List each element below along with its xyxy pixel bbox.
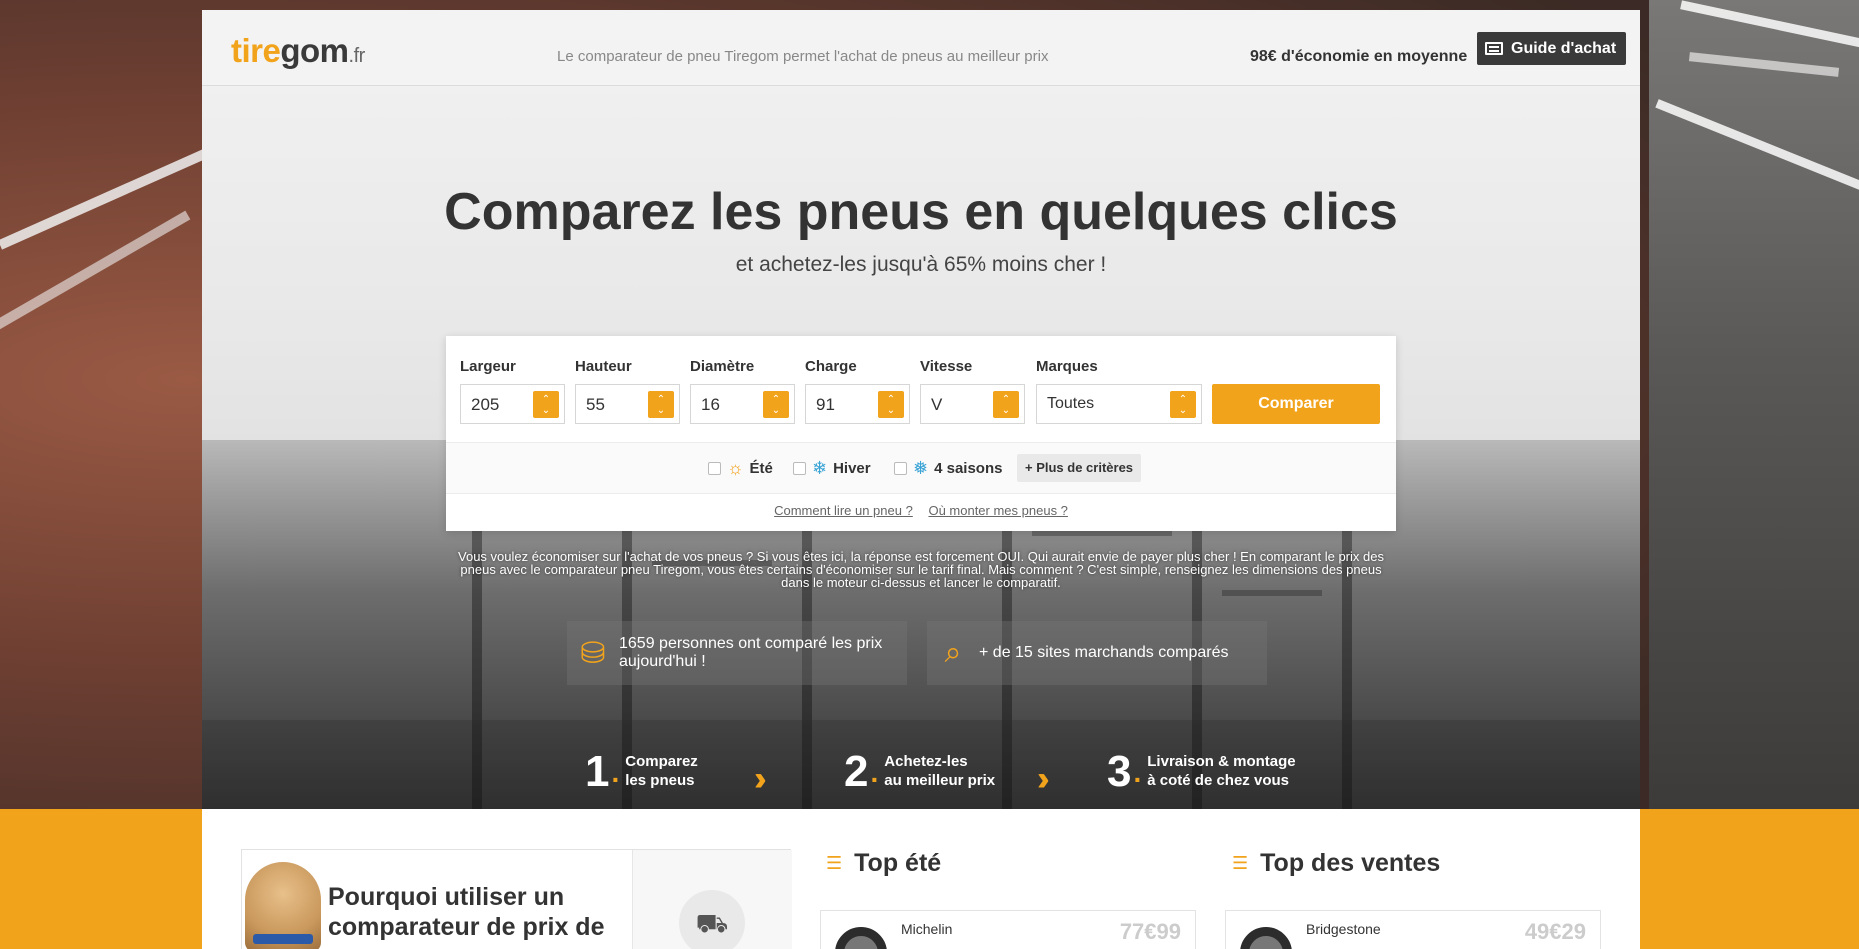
width-label: Largeur xyxy=(460,358,516,375)
background-track-right xyxy=(1649,0,1859,810)
height-select[interactable]: 55 ⌃ ⌄ xyxy=(575,384,680,424)
speed-label: Vitesse xyxy=(920,358,973,375)
select-arrows-icon: ⌃ ⌄ xyxy=(1170,391,1196,418)
sun-icon: ☼ xyxy=(727,458,744,478)
delivery-panel: ⛟ xyxy=(632,850,792,949)
main-card: tiregom.fr Le comparateur de pneu Tirego… xyxy=(202,10,1640,810)
mascot-dog-icon xyxy=(245,862,321,949)
season-filter-row: ☼ Été ❄ Hiver ❅ 4 saisons + Plus de crit… xyxy=(446,442,1396,494)
more-criteria-button[interactable]: + Plus de critères xyxy=(1017,454,1142,482)
season-all[interactable]: ❅ 4 saisons xyxy=(894,459,1002,477)
snowflake-icon: ❄ xyxy=(812,458,828,478)
help-links: Comment lire un pneu ? Où monter mes pne… xyxy=(446,503,1396,518)
sort-icon: ☰ xyxy=(826,853,843,873)
search-compare-icon: ⌕ xyxy=(944,636,962,669)
diameter-select[interactable]: 16 ⌃ ⌄ xyxy=(690,384,795,424)
all-season-checkbox[interactable] xyxy=(894,461,907,475)
top-sales-title: ☰ Top des ventes xyxy=(1232,849,1441,877)
chevron-right-icon: ›› xyxy=(1037,760,1049,798)
site-header: tiregom.fr Le comparateur de pneu Tirego… xyxy=(202,10,1640,86)
why-card: Pourquoi utiliser un comparateur de prix… xyxy=(241,849,792,949)
winter-checkbox[interactable] xyxy=(793,461,806,475)
coins-icon: ⛁ xyxy=(580,636,606,670)
steps-bar: 1. Comparez les pneus ›› 2. Achetez-les au… xyxy=(202,720,1640,810)
stat-merchants: ⌕ + de 15 sites marchands comparés xyxy=(927,621,1267,685)
intro-text: Vous voulez économiser sur l'achat de vo… xyxy=(458,549,1384,590)
why-title: Pourquoi utiliser un comparateur de prix… xyxy=(328,883,605,941)
fitting-location-link[interactable]: Où monter mes pneus ? xyxy=(928,503,1067,518)
bottom-section: Pourquoi utiliser un comparateur de prix… xyxy=(202,809,1640,949)
top-summer-title: ☰ Top été xyxy=(826,849,942,877)
speed-select[interactable]: V ⌃ ⌄ xyxy=(920,384,1025,424)
all-season-icon: ❅ xyxy=(913,458,929,478)
load-select[interactable]: 91 ⌃ ⌄ xyxy=(805,384,910,424)
step-1: 1. Comparez les pneus xyxy=(585,747,698,796)
guide-button[interactable]: Guide d'achat xyxy=(1477,32,1627,65)
truck-icon: ⛟ xyxy=(679,890,745,949)
hero-title: Comparez les pneus en quelques clics xyxy=(444,183,1398,241)
sort-icon: ☰ xyxy=(1232,853,1249,873)
product-card[interactable]: Michelin 77€99 xyxy=(820,910,1196,949)
select-arrows-icon: ⌃ ⌄ xyxy=(763,391,789,418)
savings-text: 98€ d'économie en moyenne xyxy=(1250,48,1468,65)
season-winter[interactable]: ❄ Hiver xyxy=(793,459,871,477)
summer-checkbox[interactable] xyxy=(708,461,721,475)
chevron-right-icon: ›› xyxy=(754,760,766,798)
tiregom-logo[interactable]: tiregom.fr xyxy=(231,32,365,70)
height-label: Hauteur xyxy=(575,358,632,375)
step-2: 2. Achetez-les au meilleur prix xyxy=(844,747,996,796)
compare-button[interactable]: Comparer xyxy=(1212,384,1380,424)
tyre-thumbnail xyxy=(1240,927,1292,949)
select-arrows-icon: ⌃ ⌄ xyxy=(533,391,559,418)
hero-subtitle: et achetez-les jusqu'à 65% moins cher ! xyxy=(735,253,1107,276)
brand-label: Marques xyxy=(1036,358,1098,375)
select-arrows-icon: ⌃ ⌄ xyxy=(878,391,904,418)
tagline: Le comparateur de pneu Tiregom permet l'… xyxy=(557,48,1049,65)
book-icon xyxy=(1485,42,1503,55)
tyre-thumbnail xyxy=(835,927,887,949)
search-panel: Largeur 205 ⌃ ⌄ Hauteur 55 ⌃ ⌄ Diamètre 16… xyxy=(446,336,1396,531)
brand-select[interactable]: Toutes ⌃ ⌄ xyxy=(1036,384,1202,424)
stat-comparisons: ⛁ 1659 personnes ont comparé les prix au… xyxy=(567,621,907,685)
select-arrows-icon: ⌃ ⌄ xyxy=(993,391,1019,418)
width-select[interactable]: 205 ⌃ ⌄ xyxy=(460,384,565,424)
diameter-label: Diamètre xyxy=(690,358,755,375)
step-3: 3. Livraison & montage à coté de chez vou… xyxy=(1107,747,1296,796)
load-label: Charge xyxy=(805,358,857,375)
read-tire-link[interactable]: Comment lire un pneu ? xyxy=(774,503,913,518)
season-summer[interactable]: ☼ Été xyxy=(708,459,773,477)
product-card[interactable]: Bridgestone 49€29 xyxy=(1225,910,1601,949)
select-arrows-icon: ⌃ ⌄ xyxy=(648,391,674,418)
